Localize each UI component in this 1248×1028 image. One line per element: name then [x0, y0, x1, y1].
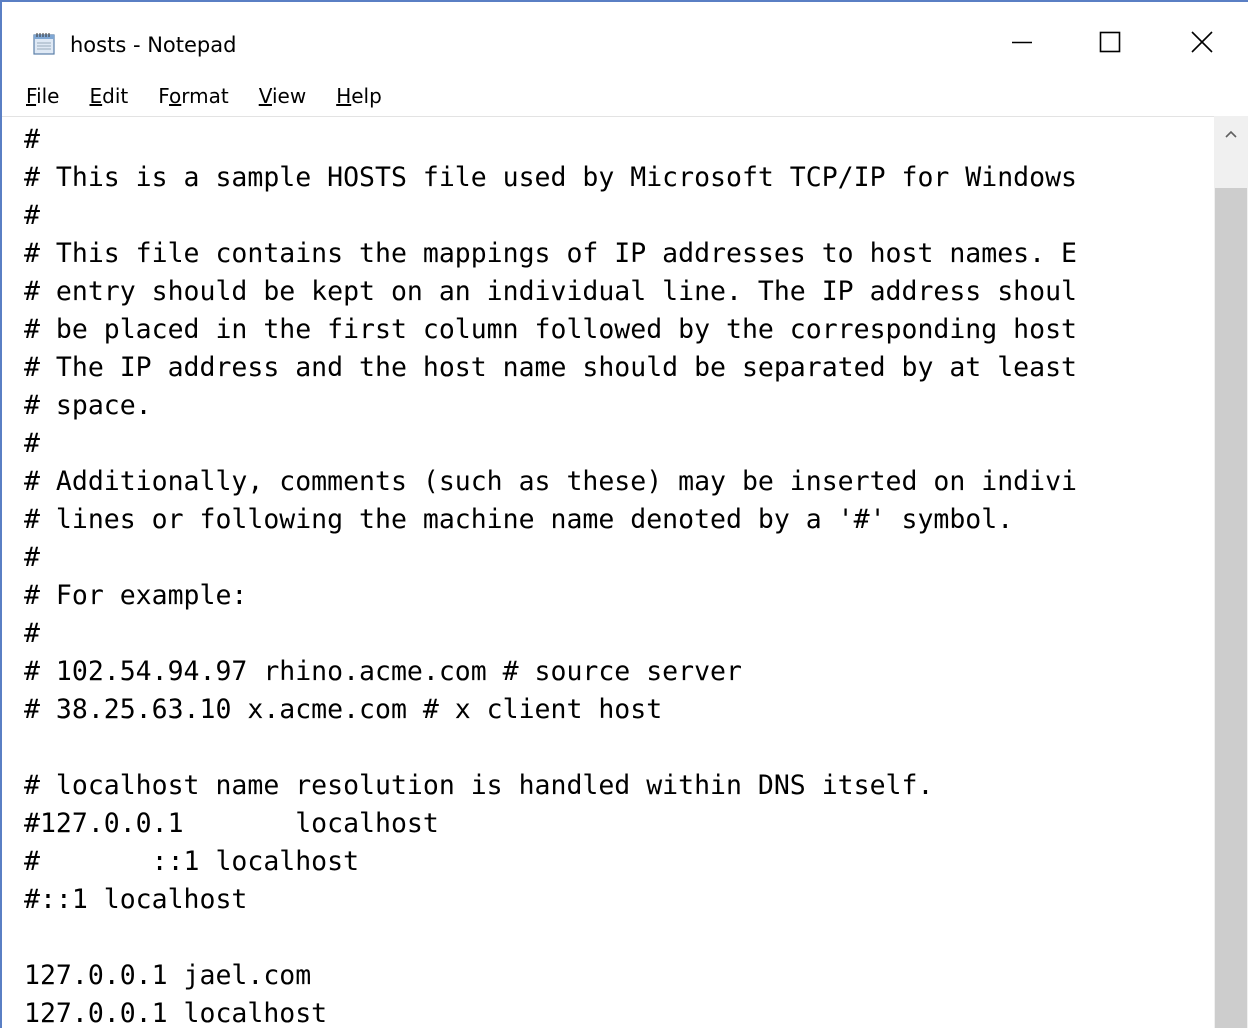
menu-format-suffix: rmat — [181, 84, 229, 108]
scroll-up-button[interactable] — [1214, 116, 1248, 150]
menu-format-accel: o — [169, 84, 182, 108]
minimize-button[interactable] — [992, 22, 1052, 66]
maximize-button[interactable] — [1080, 22, 1140, 66]
maximize-icon — [1099, 31, 1121, 57]
notepad-icon — [32, 32, 58, 56]
scrollbar-thumb[interactable] — [1215, 188, 1247, 1028]
menu-file-accel: F — [26, 84, 37, 108]
menu-file[interactable]: File — [26, 79, 59, 113]
menu-edit[interactable]: Edit — [89, 79, 128, 113]
menu-help-suffix: elp — [351, 84, 382, 108]
menu-format[interactable]: Format — [158, 79, 229, 113]
close-icon — [1191, 31, 1213, 57]
vertical-scrollbar[interactable] — [1214, 116, 1248, 1028]
menu-edit-suffix: dit — [102, 84, 129, 108]
minimize-icon — [1011, 31, 1033, 57]
title-bar[interactable]: hosts - Notepad — [2, 2, 1248, 76]
menu-help[interactable]: Help — [336, 79, 382, 113]
window-title: hosts - Notepad — [70, 33, 237, 57]
chevron-up-icon — [1224, 124, 1238, 143]
menu-bar: File Edit Format View Help — [2, 76, 1248, 116]
menu-file-suffix: ile — [36, 84, 60, 108]
menu-view-suffix: iew — [271, 84, 307, 108]
menu-view-accel: V — [258, 84, 272, 108]
menu-edit-accel: E — [89, 84, 103, 108]
notepad-window: … hosts - Notepad — [0, 0, 1248, 1028]
text-editor-area[interactable]: # # This is a sample HOSTS file used by … — [2, 116, 1214, 1028]
menu-format-prefix: F — [158, 84, 170, 108]
menu-view[interactable]: View — [259, 79, 306, 113]
editor-content[interactable]: # # This is a sample HOSTS file used by … — [2, 117, 1214, 1028]
close-button[interactable] — [1172, 22, 1232, 66]
menu-help-accel: H — [336, 84, 352, 108]
